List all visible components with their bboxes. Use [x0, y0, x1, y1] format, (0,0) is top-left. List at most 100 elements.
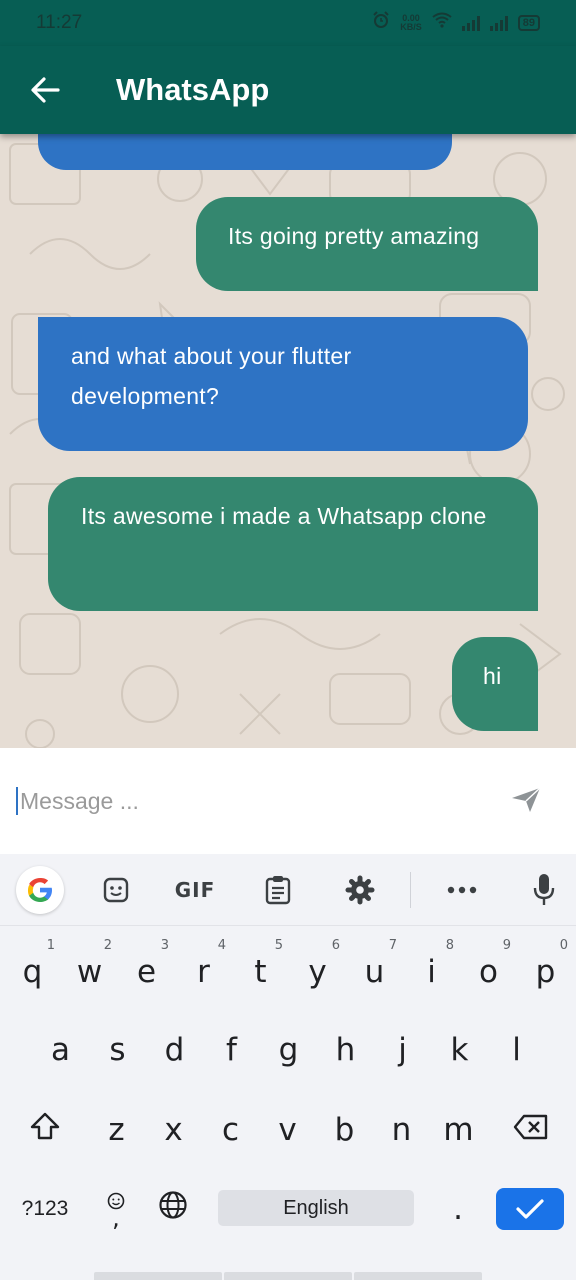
key-q[interactable]: q1	[4, 938, 61, 1002]
key-z[interactable]: z	[88, 1100, 145, 1160]
key-b[interactable]: b	[316, 1100, 373, 1160]
key-number-hint: 8	[445, 938, 454, 953]
status-icons: 0.00 KB/S 89	[372, 11, 540, 35]
key-label: .	[453, 1191, 463, 1227]
key-number-hint: 7	[388, 938, 397, 953]
key-j[interactable]: j	[374, 1020, 431, 1080]
back-button[interactable]	[0, 46, 90, 134]
key-label: ?123	[21, 1197, 69, 1220]
enter-key[interactable]	[496, 1188, 564, 1230]
key-m[interactable]: m	[430, 1100, 487, 1160]
emoji-comma-key[interactable]: ,	[90, 1184, 142, 1234]
outgoing-message-bubble[interactable]: Its going pretty amazing	[196, 197, 538, 291]
key-i[interactable]: i8	[403, 938, 460, 1002]
key-label: v	[278, 1112, 297, 1148]
key-u[interactable]: u7	[346, 938, 403, 1002]
toolbar-divider	[410, 872, 411, 908]
key-f[interactable]: f	[203, 1020, 260, 1080]
clipboard-icon[interactable]	[256, 868, 300, 912]
key-g[interactable]: g	[260, 1020, 317, 1080]
key-a[interactable]: a	[32, 1020, 89, 1080]
key-label: d	[164, 1032, 185, 1068]
more-icon[interactable]	[440, 868, 484, 912]
key-e[interactable]: e3	[118, 938, 175, 1002]
key-label: p	[535, 954, 556, 990]
message-text: hi	[483, 663, 502, 689]
signal-icon-1	[461, 15, 480, 31]
gif-button[interactable]: GIF	[170, 868, 220, 912]
arrow-left-icon	[31, 77, 60, 103]
key-label: n	[391, 1112, 412, 1148]
key-p[interactable]: p0	[517, 938, 574, 1002]
backspace-icon	[513, 1114, 548, 1140]
key-number-hint: 2	[103, 938, 112, 953]
language-key[interactable]	[146, 1184, 200, 1234]
key-number-hint: 4	[217, 938, 226, 953]
key-label: l	[512, 1032, 521, 1068]
incoming-message-bubble[interactable]: and what about your flutter development?	[38, 317, 528, 451]
key-n[interactable]: n	[373, 1100, 430, 1160]
key-label: a	[51, 1032, 70, 1068]
sticker-icon[interactable]	[94, 868, 138, 912]
key-label: ,	[107, 1192, 125, 1232]
symbols-key[interactable]: ?123	[10, 1184, 80, 1234]
outgoing-message-bubble[interactable]: hi	[452, 637, 538, 731]
key-label: b	[334, 1112, 355, 1148]
key-v[interactable]: v	[259, 1100, 316, 1160]
key-label: s	[109, 1032, 126, 1068]
chat-area[interactable]: Its going pretty amazing and what about y…	[0, 134, 576, 748]
google-logo-icon[interactable]	[16, 866, 64, 914]
signal-icon-2	[489, 15, 508, 31]
shift-key[interactable]	[14, 1100, 76, 1160]
space-key[interactable]: English	[218, 1190, 414, 1226]
key-t[interactable]: t5	[232, 938, 289, 1002]
key-number-hint: 5	[274, 938, 283, 953]
incoming-message-bubble[interactable]	[38, 134, 452, 170]
key-number-hint: 1	[46, 938, 55, 953]
key-label: i	[427, 954, 436, 990]
key-label: z	[108, 1112, 125, 1148]
key-number-hint: 0	[559, 938, 568, 953]
key-x[interactable]: x	[145, 1100, 202, 1160]
outgoing-message-bubble[interactable]: Its awesome i made a Whatsapp clone	[48, 477, 538, 611]
chat-title: WhatsApp	[116, 72, 270, 107]
key-label: k	[450, 1032, 469, 1068]
mic-icon[interactable]	[522, 868, 566, 912]
comma-label: ,	[112, 1204, 120, 1232]
key-l[interactable]: l	[488, 1020, 545, 1080]
key-label: f	[226, 1032, 237, 1068]
key-o[interactable]: o9	[460, 938, 517, 1002]
keyboard: GIF q1w2e3r4t5y6u7i8o9p0asdfghjklzxcvbnm…	[0, 854, 576, 1280]
key-c[interactable]: c	[202, 1100, 259, 1160]
status-time: 11:27	[36, 12, 83, 33]
key-label: m	[443, 1112, 474, 1148]
key-label: u	[364, 954, 385, 990]
key-label	[30, 1111, 60, 1149]
key-label: o	[479, 954, 498, 990]
key-number-hint: 3	[160, 938, 169, 953]
text-caret	[16, 787, 18, 815]
message-text: Its going pretty amazing	[228, 223, 480, 249]
key-label	[158, 1190, 188, 1228]
period-key[interactable]: .	[430, 1184, 486, 1234]
key-k[interactable]: k	[431, 1020, 488, 1080]
key-label: t	[254, 954, 267, 990]
settings-icon[interactable]	[338, 868, 382, 912]
send-button[interactable]	[510, 786, 546, 816]
key-d[interactable]: d	[146, 1020, 203, 1080]
alarm-icon	[372, 11, 390, 35]
app-bar: WhatsApp	[0, 46, 576, 134]
key-y[interactable]: y6	[289, 938, 346, 1002]
backspace-key[interactable]	[498, 1100, 564, 1160]
key-label: x	[164, 1112, 183, 1148]
key-w[interactable]: w2	[61, 938, 118, 1002]
keyboard-toolbar: GIF	[0, 854, 576, 926]
key-label: j	[398, 1032, 407, 1068]
key-h[interactable]: h	[317, 1020, 374, 1080]
key-label: y	[308, 954, 327, 990]
message-input[interactable]	[20, 787, 480, 815]
key-r[interactable]: r4	[175, 938, 232, 1002]
battery-icon: 89	[517, 15, 540, 31]
key-s[interactable]: s	[89, 1020, 146, 1080]
message-input-bar	[0, 748, 576, 854]
